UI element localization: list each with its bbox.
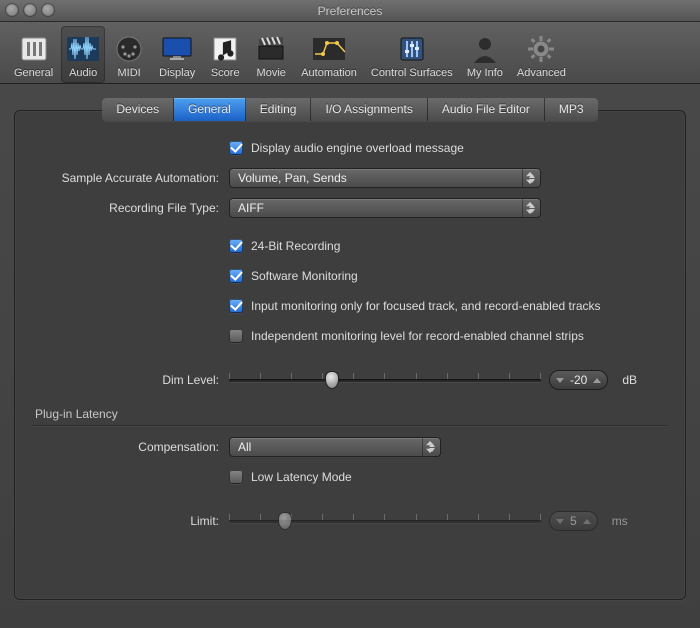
input-monitoring-focused-label: Input monitoring only for focused track,… (251, 299, 601, 313)
limit-slider[interactable] (229, 511, 541, 531)
toolbar-item-audio[interactable]: Audio (61, 26, 105, 83)
24bit-recording-checkbox[interactable] (229, 239, 243, 253)
title-bar: Preferences (0, 0, 700, 22)
limit-value: 5 (570, 514, 577, 528)
input-monitoring-focused-checkbox[interactable] (229, 299, 243, 313)
software-monitoring-label: Software Monitoring (251, 269, 358, 283)
overload-message-checkbox[interactable] (229, 141, 243, 155)
software-monitoring-checkbox[interactable] (229, 269, 243, 283)
sample-accurate-automation-select[interactable]: Volume, Pan, Sends (229, 168, 541, 188)
window-title: Preferences (318, 4, 383, 18)
divider (33, 425, 667, 426)
tab-audio-file-editor[interactable]: Audio File Editor (428, 98, 545, 121)
zoom-window-button[interactable] (42, 4, 54, 16)
overload-message-label: Display audio engine overload message (251, 141, 464, 155)
select-arrows-icon (522, 169, 540, 187)
toolbar-item-label: Automation (301, 67, 357, 79)
select-value: Volume, Pan, Sends (238, 171, 347, 185)
audio-tabs: Devices General Editing I/O Assignments … (14, 98, 686, 121)
gear-icon (525, 33, 557, 65)
slider-thumb[interactable] (325, 371, 339, 389)
toolbar-item-movie[interactable]: Movie (249, 26, 293, 83)
toolbar-item-label: Display (159, 67, 195, 79)
dim-level-value: -20 (570, 373, 587, 387)
select-value: AIFF (238, 201, 264, 215)
plugin-latency-heading: Plug-in Latency (35, 407, 667, 421)
stepper-down-icon[interactable] (556, 378, 564, 383)
recording-file-type-select[interactable]: AIFF (229, 198, 541, 218)
toolbar-item-label: Audio (69, 67, 97, 79)
toolbar-item-automation[interactable]: Automation (295, 26, 363, 83)
preferences-toolbar: General Audio MIDI Display Score Movie (0, 22, 700, 84)
automation-curve-icon (313, 33, 345, 65)
toolbar-item-control-surfaces[interactable]: Control Surfaces (365, 26, 459, 83)
toolbar-item-label: Control Surfaces (371, 67, 453, 79)
tab-general[interactable]: General (174, 98, 246, 121)
tab-io-assignments[interactable]: I/O Assignments (311, 98, 427, 121)
toolbar-item-my-info[interactable]: My Info (461, 26, 509, 83)
low-latency-mode-checkbox[interactable] (229, 470, 243, 484)
midi-port-icon (113, 33, 145, 65)
compensation-label: Compensation: (33, 440, 229, 454)
limit-unit: ms (612, 514, 628, 528)
tab-editing[interactable]: Editing (246, 98, 312, 121)
window-controls (6, 4, 54, 16)
audio-general-panel: Display audio engine overload message Sa… (14, 110, 686, 600)
minimize-window-button[interactable] (24, 4, 36, 16)
person-icon (469, 33, 501, 65)
toolbar-item-midi[interactable]: MIDI (107, 26, 151, 83)
select-arrows-icon (422, 438, 440, 456)
tab-mp3[interactable]: MP3 (545, 98, 598, 121)
24bit-recording-label: 24-Bit Recording (251, 239, 340, 253)
tab-devices[interactable]: Devices (102, 98, 174, 121)
dim-level-unit: dB (622, 373, 637, 387)
toolbar-item-label: MIDI (118, 67, 141, 79)
sample-accurate-automation-label: Sample Accurate Automation: (33, 171, 229, 185)
toolbar-item-label: Advanced (517, 67, 566, 79)
limit-label: Limit: (33, 514, 229, 528)
dim-level-slider[interactable] (229, 370, 541, 390)
toolbar-item-advanced[interactable]: Advanced (511, 26, 572, 83)
select-value: All (238, 440, 251, 454)
select-arrows-icon (522, 199, 540, 217)
toolbar-item-label: My Info (467, 67, 503, 79)
toolbar-item-display[interactable]: Display (153, 26, 201, 83)
waveform-icon (67, 33, 99, 65)
dim-level-label: Dim Level: (33, 373, 229, 387)
stepper-up-icon[interactable] (593, 378, 601, 383)
stepper-down-icon[interactable] (556, 519, 564, 524)
toolbar-item-score[interactable]: Score (203, 26, 247, 83)
toolbar-item-label: General (14, 67, 53, 79)
switches-icon (18, 33, 50, 65)
recording-file-type-label: Recording File Type: (33, 201, 229, 215)
faders-icon (396, 33, 428, 65)
stepper-up-icon[interactable] (583, 519, 591, 524)
limit-stepper[interactable]: 5 (549, 511, 598, 531)
close-window-button[interactable] (6, 4, 18, 16)
toolbar-item-label: Movie (257, 67, 286, 79)
compensation-select[interactable]: All (229, 437, 441, 457)
dim-level-stepper[interactable]: -20 (549, 370, 608, 390)
toolbar-item-label: Score (211, 67, 240, 79)
clapperboard-icon (255, 33, 287, 65)
low-latency-mode-label: Low Latency Mode (251, 470, 352, 484)
slider-thumb[interactable] (278, 512, 292, 530)
toolbar-item-general[interactable]: General (8, 26, 59, 83)
independent-monitoring-label: Independent monitoring level for record-… (251, 329, 584, 343)
independent-monitoring-checkbox[interactable] (229, 329, 243, 343)
music-note-icon (209, 33, 241, 65)
monitor-icon (161, 33, 193, 65)
